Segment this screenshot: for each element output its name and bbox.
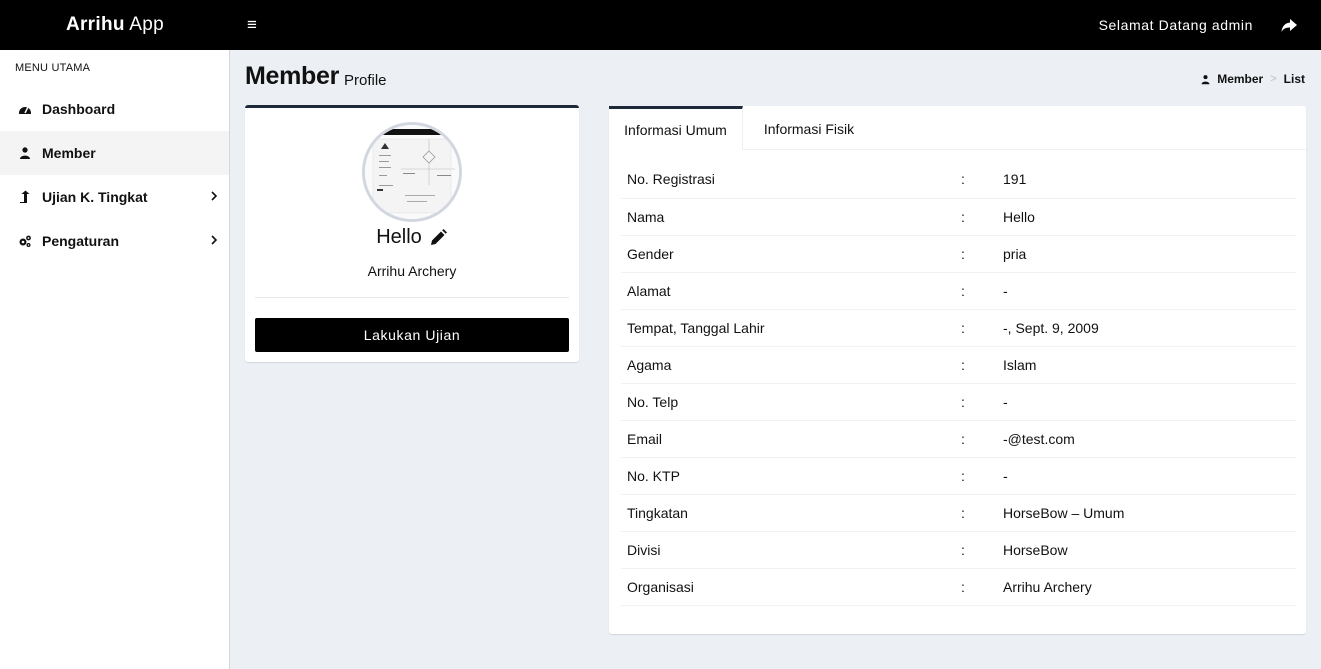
info-key: Divisi: [627, 541, 661, 558]
lakukan-ujian-button[interactable]: Lakukan Ujian: [255, 318, 569, 352]
sidebar: MENU UTAMA Dashboard Member Ujian K. Tin…: [0, 50, 230, 669]
breadcrumb-member-link[interactable]: Member: [1200, 72, 1263, 86]
table-row: Nama: Hello: [621, 198, 1296, 235]
table-row: Tingkatan: HorseBow – Umum: [621, 494, 1296, 531]
info-separator: :: [961, 208, 965, 225]
user-icon: [18, 146, 32, 160]
profile-organization: Arrihu Archery: [367, 263, 457, 279]
page-title: Member: [245, 62, 340, 90]
info-value: HorseBow: [1003, 541, 1068, 558]
info-panel: Informasi Umum Informasi Fisik No. Regis…: [609, 106, 1306, 634]
info-value: -: [1003, 282, 1008, 299]
table-row: Alamat: -: [621, 272, 1296, 309]
sidebar-item-pengaturan[interactable]: Pengaturan: [0, 219, 229, 263]
brand-name-light: App: [124, 14, 165, 35]
profile-avatar: [362, 122, 462, 222]
table-row: Gender: pria: [621, 235, 1296, 272]
table-row: Tempat, Tanggal Lahir: -, Sept. 9, 2009: [621, 309, 1296, 346]
dashboard-icon: [18, 102, 32, 116]
info-separator: :: [961, 541, 965, 558]
info-separator: :: [961, 504, 965, 521]
tab-informasi-fisik[interactable]: Informasi Fisik: [743, 106, 875, 150]
breadcrumb-member-label: Member: [1217, 72, 1264, 86]
divider: [255, 297, 569, 298]
breadcrumb-current: List: [1283, 72, 1305, 86]
info-separator: :: [961, 245, 965, 262]
level-up-icon: [18, 190, 32, 204]
info-key: No. KTP: [627, 467, 680, 484]
table-row: Email: -@test.com: [621, 420, 1296, 457]
info-separator: :: [961, 578, 965, 595]
sidebar-item-ujian-k-tingkat[interactable]: Ujian K. Tingkat: [0, 175, 229, 219]
info-key: Gender: [627, 245, 674, 262]
brand-name-bold: Arrihu: [65, 14, 125, 35]
cogs-icon: [18, 234, 32, 248]
info-separator: :: [961, 171, 965, 188]
info-key: Alamat: [627, 282, 671, 299]
table-row: Organisasi: Arrihu Archery: [621, 568, 1296, 605]
info-value: 191: [1003, 171, 1027, 188]
chevron-right-icon: [211, 191, 218, 201]
info-value: HorseBow – Umum: [1003, 504, 1125, 521]
sidebar-item-label: Ujian K. Tingkat: [42, 189, 148, 205]
info-key: Email: [627, 430, 663, 447]
share-icon[interactable]: [1279, 15, 1299, 35]
top-navbar: Arrihu App ≡ Selamat Datang admin: [0, 0, 1321, 50]
sidebar-item-dashboard[interactable]: Dashboard: [0, 87, 229, 131]
info-value: -, Sept. 9, 2009: [1003, 319, 1099, 336]
profile-name-row: Hello: [245, 226, 579, 249]
info-value: Islam: [1003, 356, 1037, 373]
info-key: Organisasi: [627, 578, 694, 595]
breadcrumb: Member > List: [1200, 72, 1305, 86]
profile-card: Hello Arrihu Archery Lakukan Ujian: [245, 105, 579, 362]
table-row: No. Registrasi: 191: [621, 161, 1296, 198]
info-separator: :: [961, 430, 965, 447]
info-value: -@test.com: [1003, 430, 1075, 447]
info-key: Tempat, Tanggal Lahir: [627, 319, 765, 336]
info-value: Arrihu Archery: [1003, 578, 1092, 595]
app-logo[interactable]: Arrihu App: [0, 0, 230, 50]
info-key: Agama: [627, 356, 672, 373]
avatar-image: [365, 125, 459, 219]
sidebar-item-label: Pengaturan: [42, 233, 120, 249]
sidebar-menu-header: MENU UTAMA: [15, 62, 91, 74]
table-row: Divisi: HorseBow: [621, 531, 1296, 568]
info-key: No. Registrasi: [627, 171, 715, 188]
sidebar-item-member[interactable]: Member: [0, 131, 229, 175]
pencil-icon[interactable]: [428, 228, 448, 248]
sidebar-toggle-button[interactable]: ≡: [238, 10, 266, 40]
info-value: -: [1003, 393, 1008, 410]
sidebar-item-label: Member: [42, 145, 96, 161]
welcome-text: Selamat Datang admin: [1098, 17, 1253, 33]
info-separator: :: [961, 319, 965, 336]
info-separator: :: [961, 393, 965, 410]
chevron-right-icon: [211, 235, 218, 245]
breadcrumb-separator: >: [1270, 73, 1277, 85]
info-value: -: [1003, 467, 1008, 484]
tab-bar: Informasi Umum Informasi Fisik: [609, 106, 1306, 150]
tab-informasi-umum[interactable]: Informasi Umum: [609, 106, 743, 150]
info-value: Hello: [1003, 208, 1035, 225]
table-row: Agama: Islam: [621, 346, 1296, 383]
info-separator: :: [961, 467, 965, 484]
user-icon: [1201, 74, 1210, 84]
info-key: Nama: [627, 208, 665, 225]
sidebar-item-label: Dashboard: [42, 101, 116, 117]
info-key: No. Telp: [627, 393, 679, 410]
page-subtitle: Profile: [344, 72, 387, 89]
info-separator: :: [961, 356, 965, 373]
table-row: No. Telp: -: [621, 383, 1296, 420]
info-separator: :: [961, 282, 965, 299]
profile-name: Hello: [376, 226, 422, 248]
info-value: pria: [1003, 245, 1027, 262]
table-row: No. KTP: -: [621, 457, 1296, 494]
member-info-table: No. Registrasi: 191 Nama: Hello Gender: pria A…: [621, 161, 1296, 606]
info-key: Tingkatan: [627, 504, 688, 521]
